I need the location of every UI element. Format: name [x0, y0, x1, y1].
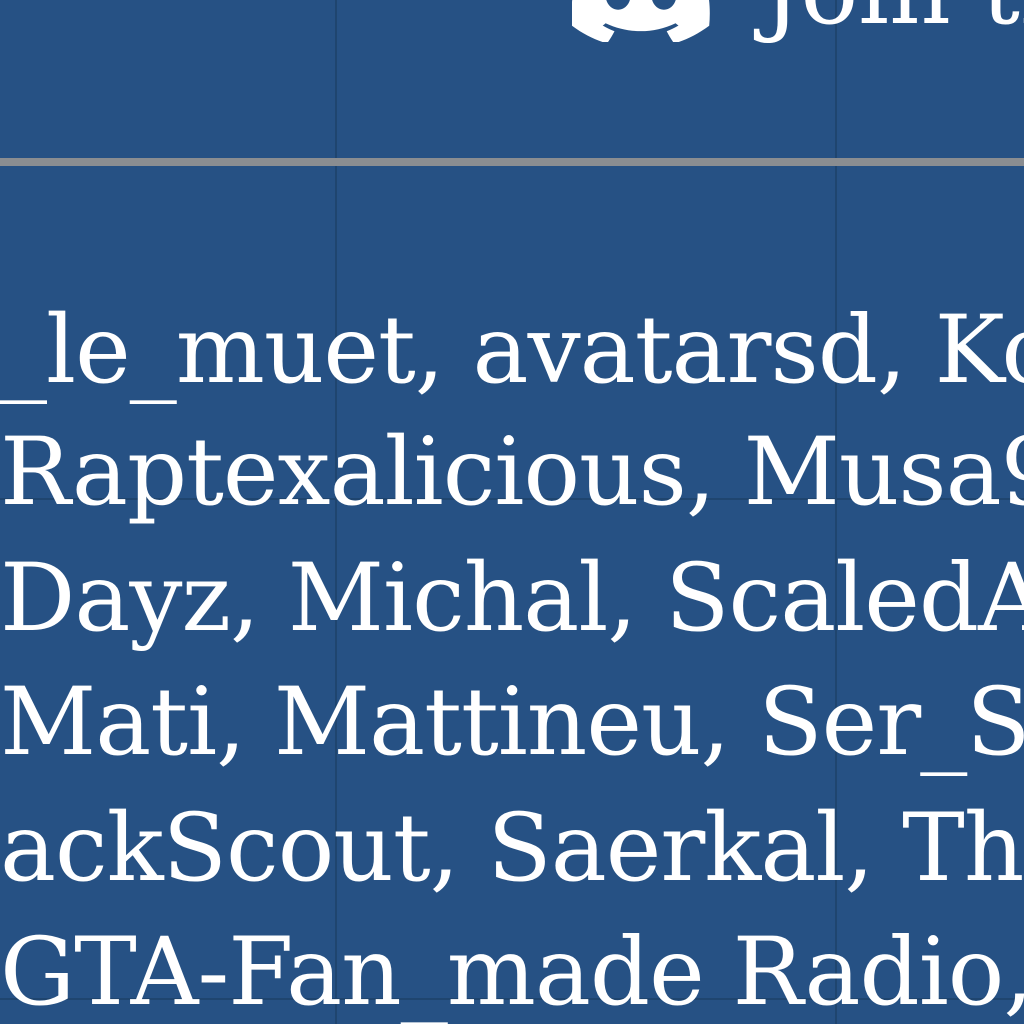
credits-line: Mati, Mattineu, Ser_Salt	[0, 668, 1024, 777]
discord-join-link[interactable]: Join th	[762, 0, 1024, 42]
credits-line: Raptexalicious, Musa98	[0, 418, 1024, 527]
section-divider	[0, 158, 1024, 166]
credits-page: Join th _le_muet, avatarsd, Koel Raptexa…	[0, 0, 1024, 1024]
credits-line: GTA-Fan_made Radio, E	[0, 918, 1024, 1024]
credits-line: ackScout, Saerkal, The D	[0, 794, 1024, 903]
discord-join-banner[interactable]: Join th	[0, 0, 1024, 158]
credits-line: Dayz, Michal, ScaledAnd	[0, 544, 1024, 653]
credits-line: _le_muet, avatarsd, Koel	[0, 296, 1024, 405]
discord-icon[interactable]	[571, 0, 710, 44]
